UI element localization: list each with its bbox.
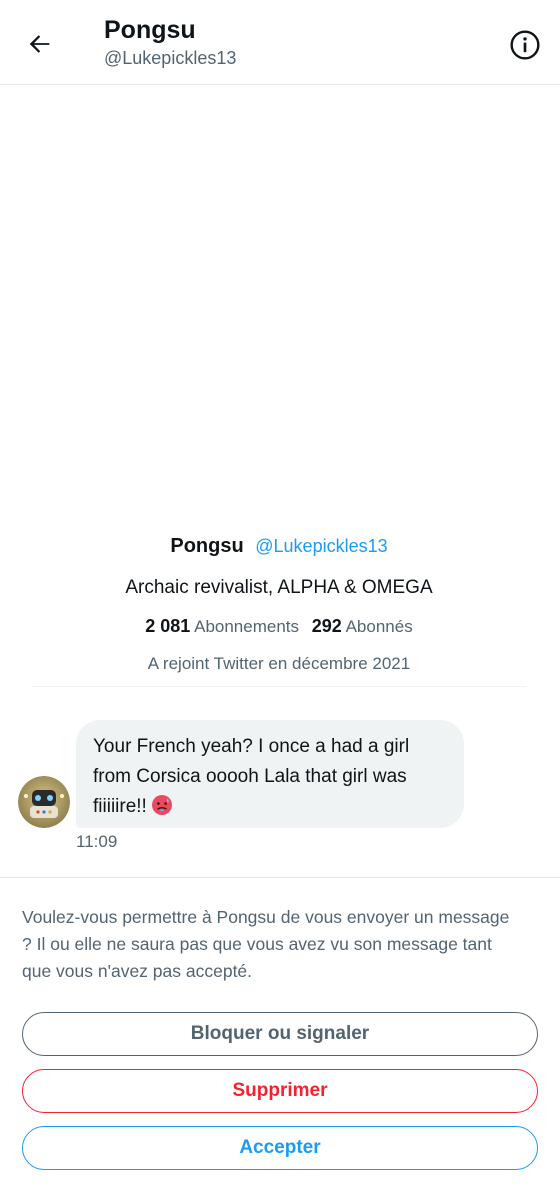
arrow-left-icon	[29, 35, 50, 53]
robot-avatar-icon	[18, 776, 70, 828]
profile-name: Pongsu	[170, 535, 244, 557]
hot-face-emoji-icon	[151, 794, 173, 826]
delete-button[interactable]: Supprimer	[22, 1069, 538, 1113]
back-button[interactable]	[22, 26, 58, 62]
profile-handle: @Lukepickles13	[255, 536, 388, 556]
message-timestamp: 11:09	[76, 832, 118, 851]
message-request-text: Voulez-vous permettre à Pongsu de vous e…	[22, 907, 510, 981]
divider	[32, 686, 526, 687]
header-handle: @Lukepickles13	[104, 48, 237, 68]
message-bubble[interactable]: Your French yeah? I once a had a girl fr…	[76, 720, 464, 828]
profile-stats: 2 081 Abonnements 292 Abonnés	[32, 612, 526, 641]
divider	[0, 877, 560, 878]
avatar[interactable]	[18, 776, 70, 828]
message-text: Your French yeah? I once a had a girl fr…	[93, 736, 410, 817]
conversation-header: Pongsu @Lukepickles13	[0, 0, 560, 85]
following-label: Abonnements	[194, 617, 300, 636]
header-title: Pongsu	[104, 16, 196, 44]
info-button[interactable]	[508, 28, 542, 62]
accept-button[interactable]: Accepter	[22, 1126, 538, 1170]
profile-summary[interactable]: Pongsu @Lukepickles13 Archaic revivalist…	[32, 530, 526, 677]
info-circle-icon	[510, 30, 540, 60]
following-count: 2 081	[145, 616, 191, 636]
followers-count: 292	[311, 616, 342, 636]
block-or-report-button[interactable]: Bloquer ou signaler	[22, 1012, 538, 1056]
profile-joined-date: A rejoint Twitter en décembre 2021	[147, 654, 411, 673]
profile-bio: Archaic revivalist, ALPHA & OMEGA	[125, 577, 433, 598]
followers-label: Abonnés	[345, 617, 413, 636]
